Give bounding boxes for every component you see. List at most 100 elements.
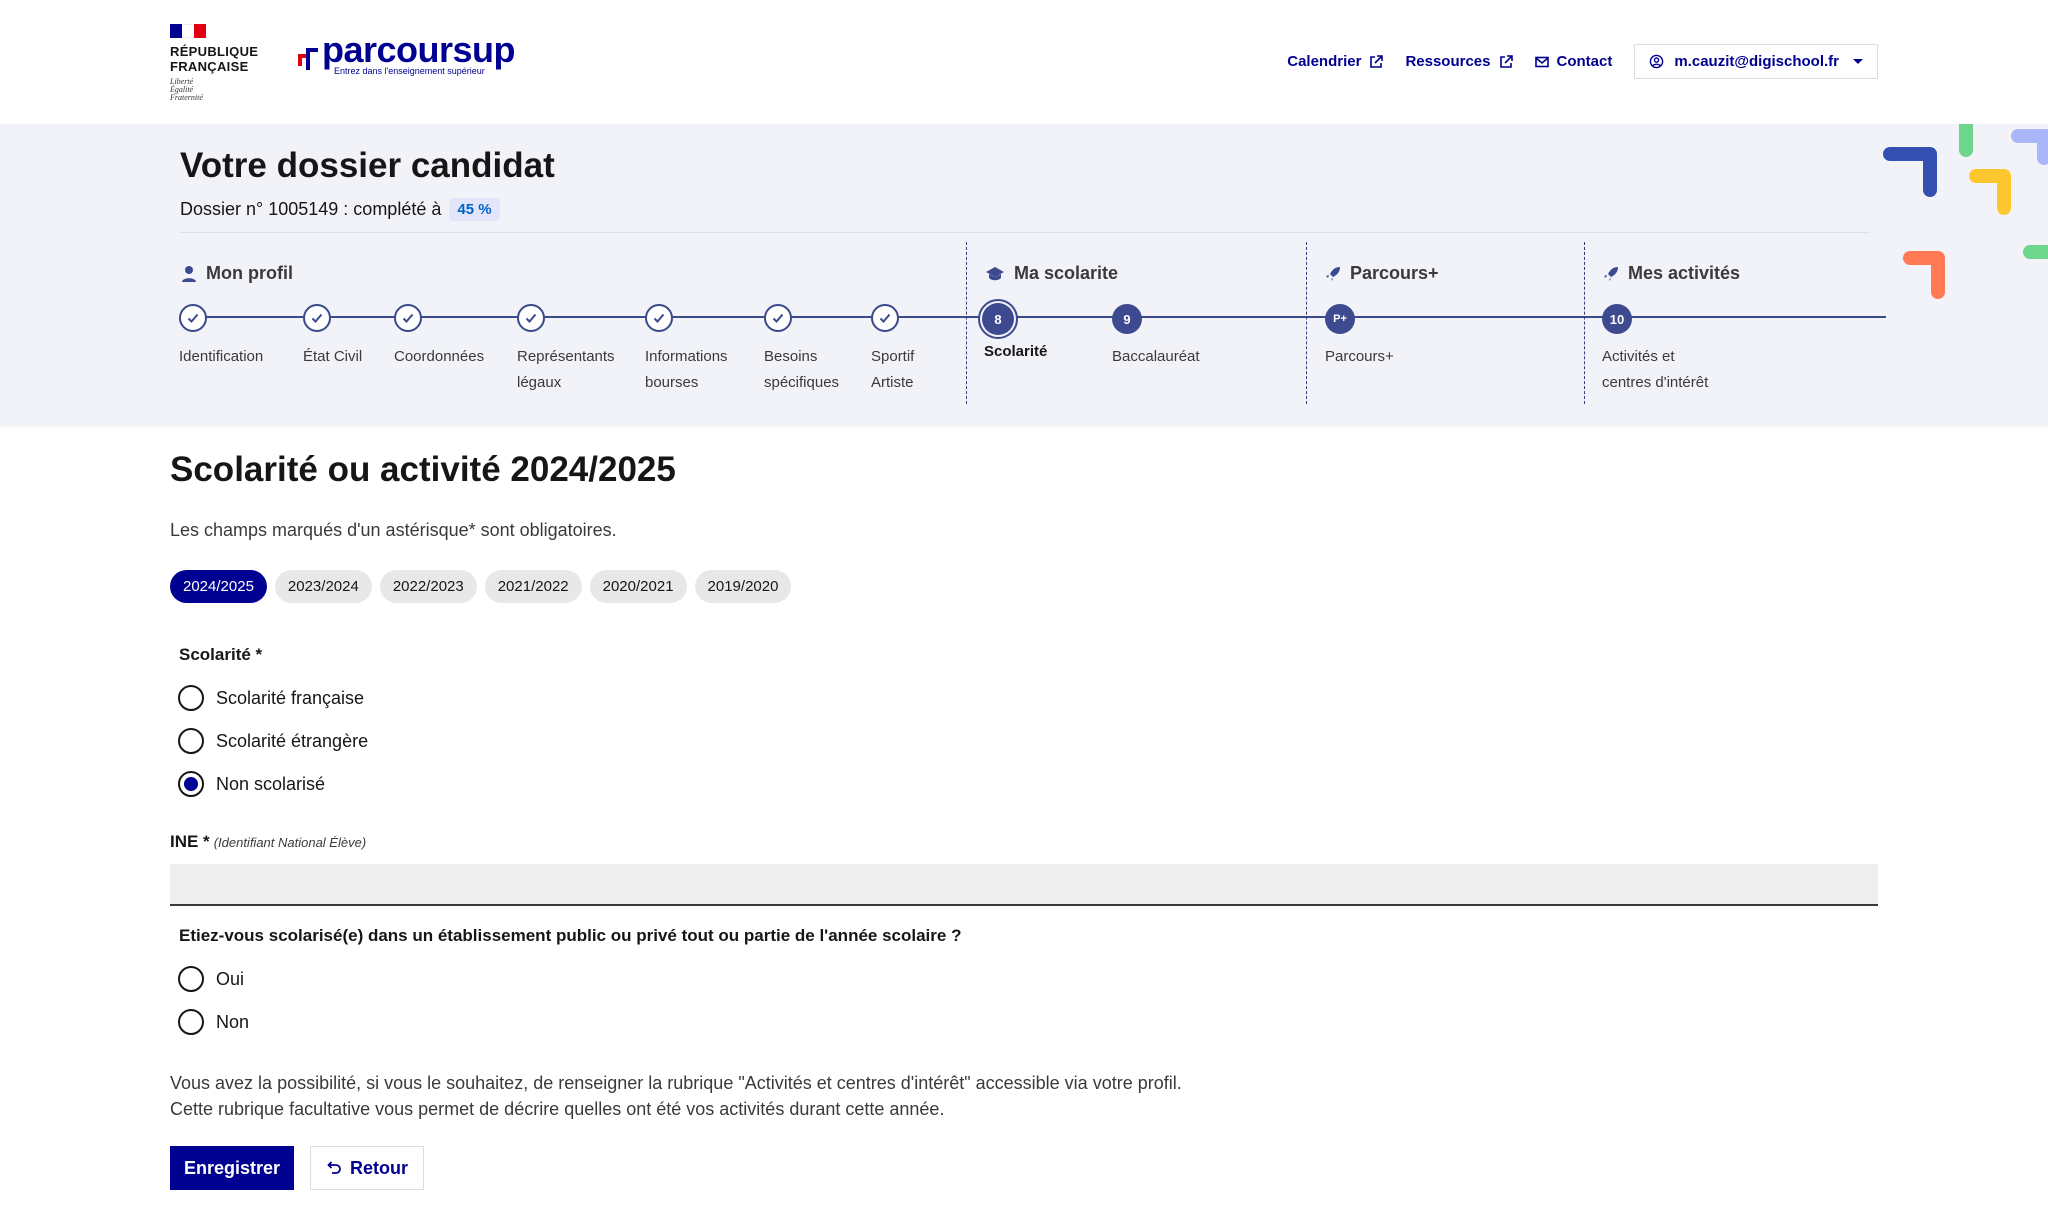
parcoursup-wordmark: parcoursup	[322, 29, 516, 70]
step-scolarite[interactable]: 8 Scolarité	[978, 299, 1047, 360]
section-ma-scolarite-label: Ma scolarite	[1014, 263, 1119, 283]
radio-button[interactable]	[178, 966, 204, 992]
external-link-icon	[1370, 54, 1384, 68]
radio-non[interactable]: Non	[178, 1009, 249, 1035]
radio-label: Non scolarisé	[216, 773, 326, 794]
step-identification[interactable]: Identification	[179, 304, 263, 365]
republique-francaise-text: RÉPUBLIQUE FRANÇAISE	[170, 44, 259, 74]
radio-scolarite-etrangere[interactable]: Scolarité étrangère	[178, 728, 368, 754]
ine-hint: (Identifiant National Élève)	[213, 835, 367, 850]
external-link-icon	[1499, 54, 1513, 68]
radio-scolarite-francaise[interactable]: Scolarité française	[178, 685, 364, 711]
save-button[interactable]: Enregistrer	[170, 1146, 294, 1190]
ine-input[interactable]	[170, 864, 1878, 906]
section-mes-activites-label: Mes activités	[1628, 263, 1741, 283]
step-etat-civil[interactable]: État Civil	[303, 304, 362, 365]
contact-label: Contact	[1556, 53, 1613, 70]
graduation-cap-icon	[986, 266, 1004, 280]
radio-button[interactable]	[178, 728, 204, 754]
section-parcours-plus-label: Parcours+	[1350, 263, 1439, 283]
dossier-title: Votre dossier candidat	[180, 146, 555, 185]
section-mon-profil-label: Mon profil	[206, 263, 293, 283]
tab-year[interactable]: 2021/2022	[484, 570, 582, 603]
step-label: Coordonnées	[394, 348, 485, 365]
ressources-link[interactable]: Ressources	[1405, 53, 1513, 70]
dossier-number-text: Dossier n° 1005149 : complété à	[180, 199, 442, 219]
step-number: 9	[1112, 304, 1142, 334]
radio-button[interactable]	[178, 1009, 204, 1035]
section-mes-activites: Mes activités	[1602, 263, 1740, 284]
radio-button-selected[interactable]	[178, 771, 204, 797]
step-label: Baccalauréat	[1112, 348, 1200, 365]
check-icon	[179, 304, 207, 332]
info-text: Vous avez la possibilité, si vous le sou…	[170, 1070, 1182, 1122]
step-informations-bourses[interactable]: Informations bourses	[645, 304, 728, 391]
step-baccalaureat[interactable]: 9 Baccalauréat	[1112, 304, 1200, 365]
user-circle-icon	[1650, 54, 1664, 69]
ine-label: INE * (Identifiant National Élève)	[170, 832, 366, 852]
back-label: Retour	[350, 1157, 408, 1178]
check-icon	[871, 304, 899, 332]
user-account-menu[interactable]: m.cauzit@digischool.fr	[1634, 44, 1878, 79]
parcoursup-logo[interactable]: parcoursup Entrez dans l'enseignement su…	[296, 29, 516, 76]
page-title: Scolarité ou activité 2024/2025	[170, 450, 676, 489]
section-separator	[1584, 242, 1585, 404]
calendrier-label: Calendrier	[1287, 53, 1362, 70]
active-step-ring: 8	[978, 299, 1018, 339]
ressources-label: Ressources	[1405, 53, 1491, 70]
dossier-subtitle: Dossier n° 1005149 : complété à 45 %	[180, 198, 500, 221]
top-navigation: Calendrier Ressources Contact m.cauzit@d…	[1287, 44, 1878, 79]
ine-label-text: INE *	[170, 832, 210, 851]
tab-year[interactable]: 2020/2021	[589, 570, 687, 603]
dossier-progress-band: Votre dossier candidat Dossier n° 100514…	[0, 124, 2048, 424]
devise-text: Liberté Égalité Fraternité	[170, 77, 203, 102]
tab-year[interactable]: 2022/2023	[379, 570, 477, 603]
required-fields-note: Les champs marqués d'un astérisque* sont…	[170, 520, 617, 540]
check-icon	[303, 304, 331, 332]
tab-year[interactable]: 2019/2020	[694, 570, 792, 603]
check-icon	[645, 304, 673, 332]
step-label: Activités et centres d'intérêt	[1602, 348, 1709, 391]
step-number: 8	[982, 303, 1014, 335]
section-separator	[1306, 242, 1307, 404]
section-mon-profil: Mon profil	[180, 263, 293, 284]
tab-year[interactable]: 2023/2024	[274, 570, 372, 603]
step-label: Identification	[179, 348, 264, 365]
radio-label: Scolarité étrangère	[216, 730, 369, 751]
back-button[interactable]: Retour	[310, 1146, 424, 1190]
caret-down-icon	[1853, 59, 1863, 64]
check-icon	[764, 304, 792, 332]
check-icon	[394, 304, 422, 332]
step-number: 10	[1602, 304, 1632, 334]
tab-year[interactable]: 2024/2025	[170, 570, 267, 603]
step-sportif-artiste[interactable]: Sportif Artiste	[871, 304, 914, 391]
calendrier-link[interactable]: Calendrier	[1287, 53, 1384, 70]
step-parcours-plus[interactable]: P+ Parcours+	[1325, 304, 1394, 365]
step-label: Scolarité	[984, 343, 1048, 360]
radio-label: Non	[216, 1011, 250, 1032]
step-label: Parcours+	[1325, 348, 1394, 365]
site-header: RÉPUBLIQUE FRANÇAISE Liberté Égalité Fra…	[0, 0, 2048, 124]
decorative-shapes	[1883, 124, 2048, 299]
radio-oui[interactable]: Oui	[178, 966, 244, 992]
radio-button[interactable]	[178, 685, 204, 711]
undo-arrow-icon	[327, 1161, 341, 1174]
info-line: Cette rubrique facultative vous permet d…	[170, 1099, 945, 1119]
user-icon	[182, 265, 196, 282]
step-representants-legaux[interactable]: Représentants légaux	[517, 304, 615, 391]
step-activites[interactable]: 10 Activités et centres d'intérêt	[1602, 304, 1708, 391]
radio-non-scolarise[interactable]: Non scolarisé	[178, 771, 325, 797]
rocket-icon	[1326, 266, 1340, 281]
contact-link[interactable]: Contact	[1534, 53, 1613, 70]
republique-francaise-logo: RÉPUBLIQUE FRANÇAISE Liberté Égalité Fra…	[170, 24, 270, 102]
user-email: m.cauzit@digischool.fr	[1674, 53, 1839, 70]
step-besoins-specifiques[interactable]: Besoins spécifiques	[764, 304, 839, 391]
step-coordonnees[interactable]: Coordonnées	[394, 304, 484, 365]
check-icon	[517, 304, 545, 332]
completion-badge: 45 %	[449, 198, 500, 221]
divider	[180, 232, 1870, 233]
scolarite-label: Scolarité *	[179, 645, 263, 664]
section-parcours-plus: Parcours+	[1324, 263, 1439, 284]
step-label: Représentants légaux	[517, 348, 615, 391]
etablissement-question: Etiez-vous scolarisé(e) dans un établiss…	[179, 926, 962, 945]
